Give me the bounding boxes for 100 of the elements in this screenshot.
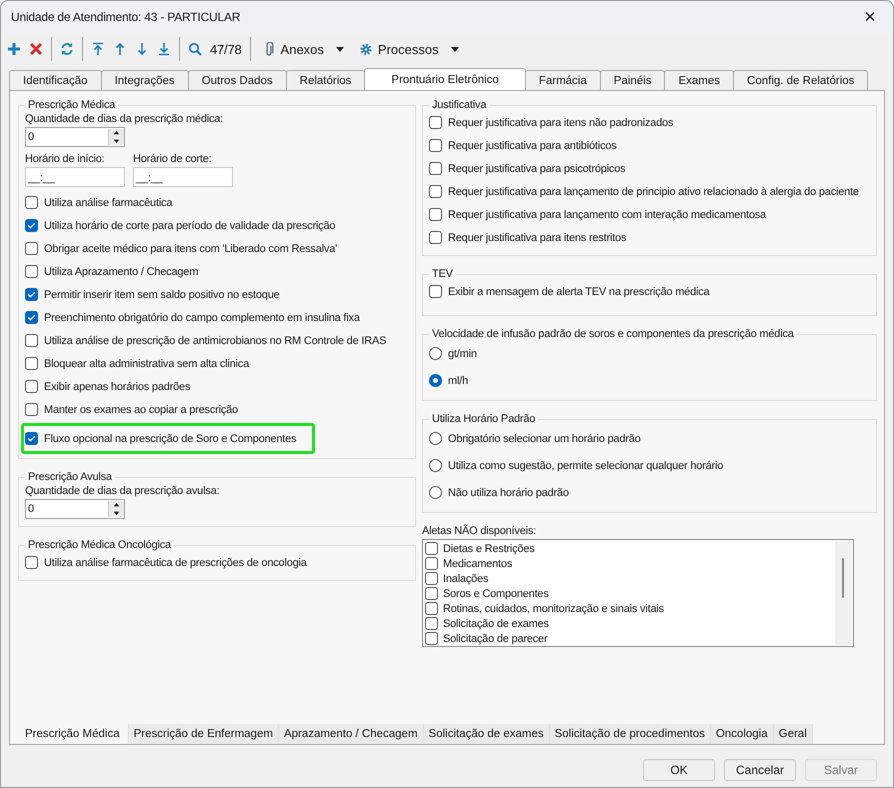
attachments-menu[interactable]: Anexos (258, 42, 348, 56)
checkbox[interactable] (425, 617, 438, 630)
checkbox-label: Dietas e Restrições (443, 542, 535, 554)
checkbox[interactable] (429, 162, 442, 175)
checkbox[interactable] (25, 556, 38, 569)
group-title: Prescrição Avulsa (27, 471, 113, 483)
checkbox[interactable] (25, 334, 38, 347)
checkbox[interactable] (425, 632, 438, 645)
time-field[interactable]: __:__ (25, 167, 125, 187)
checkbox[interactable] (425, 587, 438, 600)
group-title: Utiliza Horário Padrão (431, 413, 536, 425)
checkbox-label: Utiliza análise farmacêutica (44, 196, 172, 208)
checkbox-label: Requer justificativa para itens não padronizados (448, 116, 674, 128)
checkbox-label: Manter os exames ao copiar a prescrição (44, 404, 238, 416)
checkbox[interactable] (25, 403, 38, 416)
checkbox-label: Requer justificativa para antibióticos (448, 140, 616, 152)
checkbox[interactable] (25, 265, 38, 278)
checkbox-label: Permitir inserir item sem saldo positivo no estoque (44, 288, 280, 300)
group-title: Velocidade de infusão padrão de soros e componentes da prescrição médica (431, 328, 795, 340)
close-button[interactable]: ✕ (847, 1, 893, 33)
field-label: Horário de corte: (133, 153, 213, 165)
tab[interactable]: Prescrição de Enfermagem (128, 724, 279, 744)
tab[interactable]: Solicitação de exames (424, 724, 550, 744)
radio-button[interactable] (429, 459, 442, 472)
dialog-button[interactable]: OK (643, 759, 715, 781)
checkbox-label: Utiliza horário de corte para período de validade da prescrição (44, 220, 336, 232)
checkbox-label: Bloquear alta administrativa sem alta clinica (44, 358, 249, 370)
checkbox[interactable] (425, 602, 438, 615)
checkbox-label: Utiliza análise de prescrição de antimicrobianos no RM Controle de IRAS (44, 334, 386, 346)
processes-menu[interactable]: Processos (356, 42, 463, 56)
checkbox[interactable] (429, 208, 442, 221)
delete-icon[interactable] (29, 42, 43, 56)
checkbox[interactable] (429, 231, 442, 244)
checkbox[interactable] (25, 288, 38, 301)
arrow-down-icon[interactable] (135, 42, 149, 56)
checkbox[interactable] (429, 116, 442, 129)
checkbox[interactable] (25, 380, 38, 393)
time-field[interactable]: __:__ (133, 167, 233, 187)
caret-icon (336, 46, 344, 52)
add-icon[interactable] (7, 42, 21, 56)
group-title: Justificativa (431, 99, 488, 111)
checkbox[interactable] (25, 357, 38, 370)
tab[interactable]: Solicitação de procedimentos (550, 724, 711, 744)
checkbox-label: Requer justificativa para lançamento de principio ativo relacionado à alergia do paciente (448, 186, 859, 198)
tab[interactable]: Aprazamento / Checagem (278, 724, 424, 744)
checkbox-label: Preenchimento obrigatório do campo complemento em insulina fixa (44, 312, 360, 324)
checkbox-label: Requer justificativa para psicotrópicos (448, 162, 626, 174)
window-title: Unidade de Atendimento: 43 - PARTICULAR (11, 10, 240, 24)
checkbox-label: Inalações (443, 572, 488, 584)
number-spinner[interactable]: 0 (25, 499, 125, 519)
checkbox[interactable] (25, 196, 38, 209)
first-record-icon[interactable] (91, 42, 105, 56)
radio-button[interactable] (429, 432, 442, 445)
list-label: Aletas NÃO disponíveis: (422, 525, 538, 537)
search-icon[interactable] (188, 42, 202, 56)
tab[interactable]: Geral (774, 724, 813, 744)
group-title: Prescrição Médica Oncológica (27, 539, 172, 551)
group-title: Prescrição Médica (27, 99, 116, 111)
checkbox[interactable] (25, 219, 38, 232)
tab[interactable]: Config. de Relatórios (733, 70, 868, 90)
checkbox[interactable] (429, 185, 442, 198)
checkbox[interactable] (429, 139, 442, 152)
dialog-button[interactable]: Cancelar (724, 759, 796, 781)
checkbox-label: Requer justificativa para itens restritos (448, 232, 626, 244)
last-record-icon[interactable] (157, 42, 171, 56)
refresh-icon[interactable] (60, 42, 74, 56)
tab[interactable]: Oncologia (710, 724, 774, 744)
checkbox[interactable] (25, 432, 38, 445)
checkbox[interactable] (25, 242, 38, 255)
number-spinner[interactable]: 0 (25, 127, 125, 147)
checkbox-label: Solicitação de parecer (443, 632, 548, 644)
field-label: Horário de início: (25, 153, 106, 165)
spinner-value: 0 (28, 503, 34, 515)
checkbox[interactable] (25, 311, 38, 324)
radio-label: gt/min (448, 348, 477, 360)
tab[interactable]: Prontuário Eletrônico (364, 68, 526, 90)
radio-label: Obrigatório selecionar um horário padrão (448, 432, 641, 444)
scrollbar[interactable] (835, 541, 852, 645)
checkbox-label: Medicamentos (443, 558, 512, 570)
radio-button[interactable] (429, 374, 442, 387)
tab[interactable]: Identificação (9, 70, 102, 90)
radio-button[interactable] (429, 486, 442, 499)
spinner-value: 0 (28, 131, 34, 143)
checkbox-label: Rotinas, cuidados, monitorização e sinais vitais (443, 602, 664, 614)
record-counter: 47/78 (210, 42, 242, 56)
group-title: TEV (431, 268, 454, 280)
field-label: Quantidade de dias da prescrição avulsa: (25, 485, 220, 497)
radio-label: ml/h (448, 374, 468, 386)
checkbox[interactable] (429, 285, 442, 298)
checkbox-label: Exibir a mensagem de alerta TEV na prescrição médica (448, 286, 710, 298)
checkbox[interactable] (425, 542, 438, 555)
caret-icon (450, 46, 459, 52)
scrollbar-thumb[interactable] (842, 558, 844, 598)
radio-button[interactable] (429, 347, 442, 360)
arrow-up-icon[interactable] (113, 42, 127, 56)
checkbox[interactable] (425, 557, 438, 570)
checkbox-label: Exibir apenas horários padrões (44, 380, 190, 392)
checkbox-label: Fluxo opcional na prescrição de Soro e Componentes (44, 432, 296, 444)
checkbox-label: Utiliza Aprazamento / Checagem (44, 266, 198, 278)
checkbox[interactable] (425, 572, 438, 585)
